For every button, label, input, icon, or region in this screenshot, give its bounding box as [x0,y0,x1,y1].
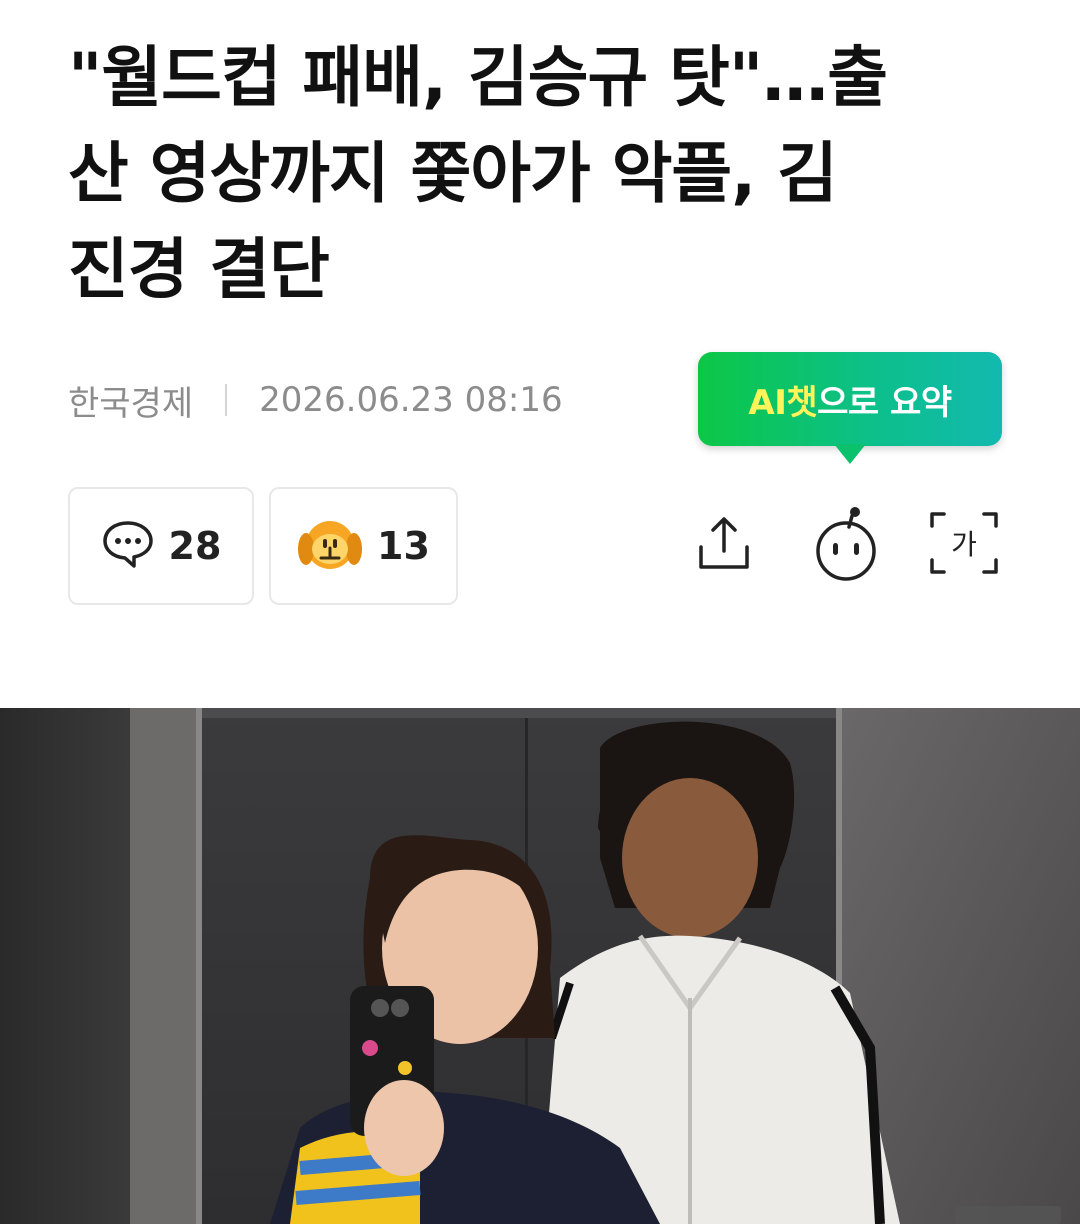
ai-summary-label-rest: 으로 요약 [817,382,952,423]
article-headline: "월드컵 패배, 김승규 탓"…출 산 영상까지 쫓아가 악플, 김 진경 결단 [68,30,1018,318]
share-icon[interactable] [686,500,762,586]
ai-summary-label: AI챗으로 요약 [748,375,952,424]
article-datetime: 2026.06.23 08:16 [259,380,563,420]
speech-bubble-icon [101,519,155,573]
headline-line-3: 진경 결단 [68,231,330,308]
comments-count: 28 [168,524,222,568]
article-meta: 한국경제 2026.06.23 08:16 [68,376,563,424]
headline-line-2: 산 영상까지 쫓아가 악플, 김 [68,135,838,212]
ai-summary-label-highlight: AI챗 [748,382,818,423]
font-size-icon[interactable]: 가 [926,500,1002,586]
article-source[interactable]: 한국경제 [68,376,193,425]
comments-button[interactable]: 28 [68,487,254,605]
robot-icon[interactable] [808,500,884,586]
headline-line-1: "월드컵 패배, 김승규 탓"…출 [68,39,888,116]
ai-summary-button[interactable]: AI챗으로 요약 [698,352,1002,464]
meta-divider [225,384,228,416]
reactions-count: 13 [377,524,430,568]
article-photo [0,708,1080,1224]
reactions-button[interactable]: 13 [269,487,458,605]
dog-face-emoji-icon [297,515,363,577]
font-size-glyph: 가 [951,528,977,561]
